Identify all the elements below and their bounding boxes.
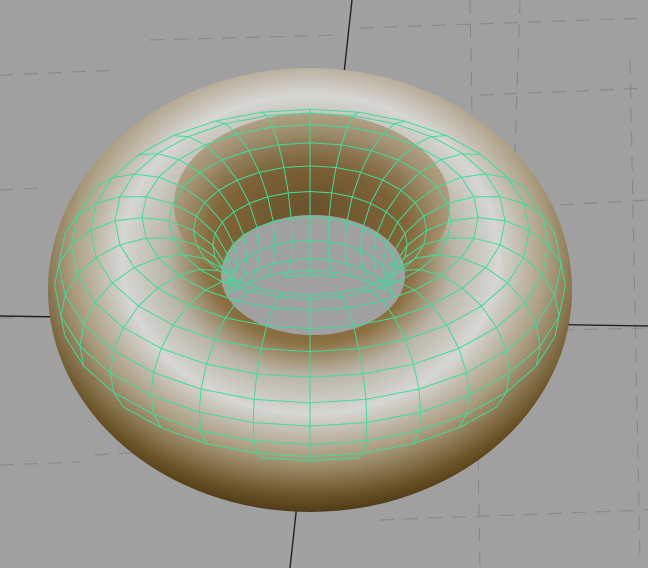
grid-line xyxy=(0,69,121,76)
grid-line xyxy=(479,87,648,96)
3d-viewport[interactable] xyxy=(0,0,648,568)
grid-line xyxy=(559,199,648,206)
grid-line xyxy=(0,187,41,191)
grid-line xyxy=(149,34,341,41)
grid-line xyxy=(0,461,81,466)
grid-line xyxy=(359,17,648,29)
viewport-scene[interactable] xyxy=(0,0,648,568)
torus-object[interactable] xyxy=(48,68,572,512)
grid-line xyxy=(629,59,641,561)
grid-line xyxy=(379,509,648,521)
